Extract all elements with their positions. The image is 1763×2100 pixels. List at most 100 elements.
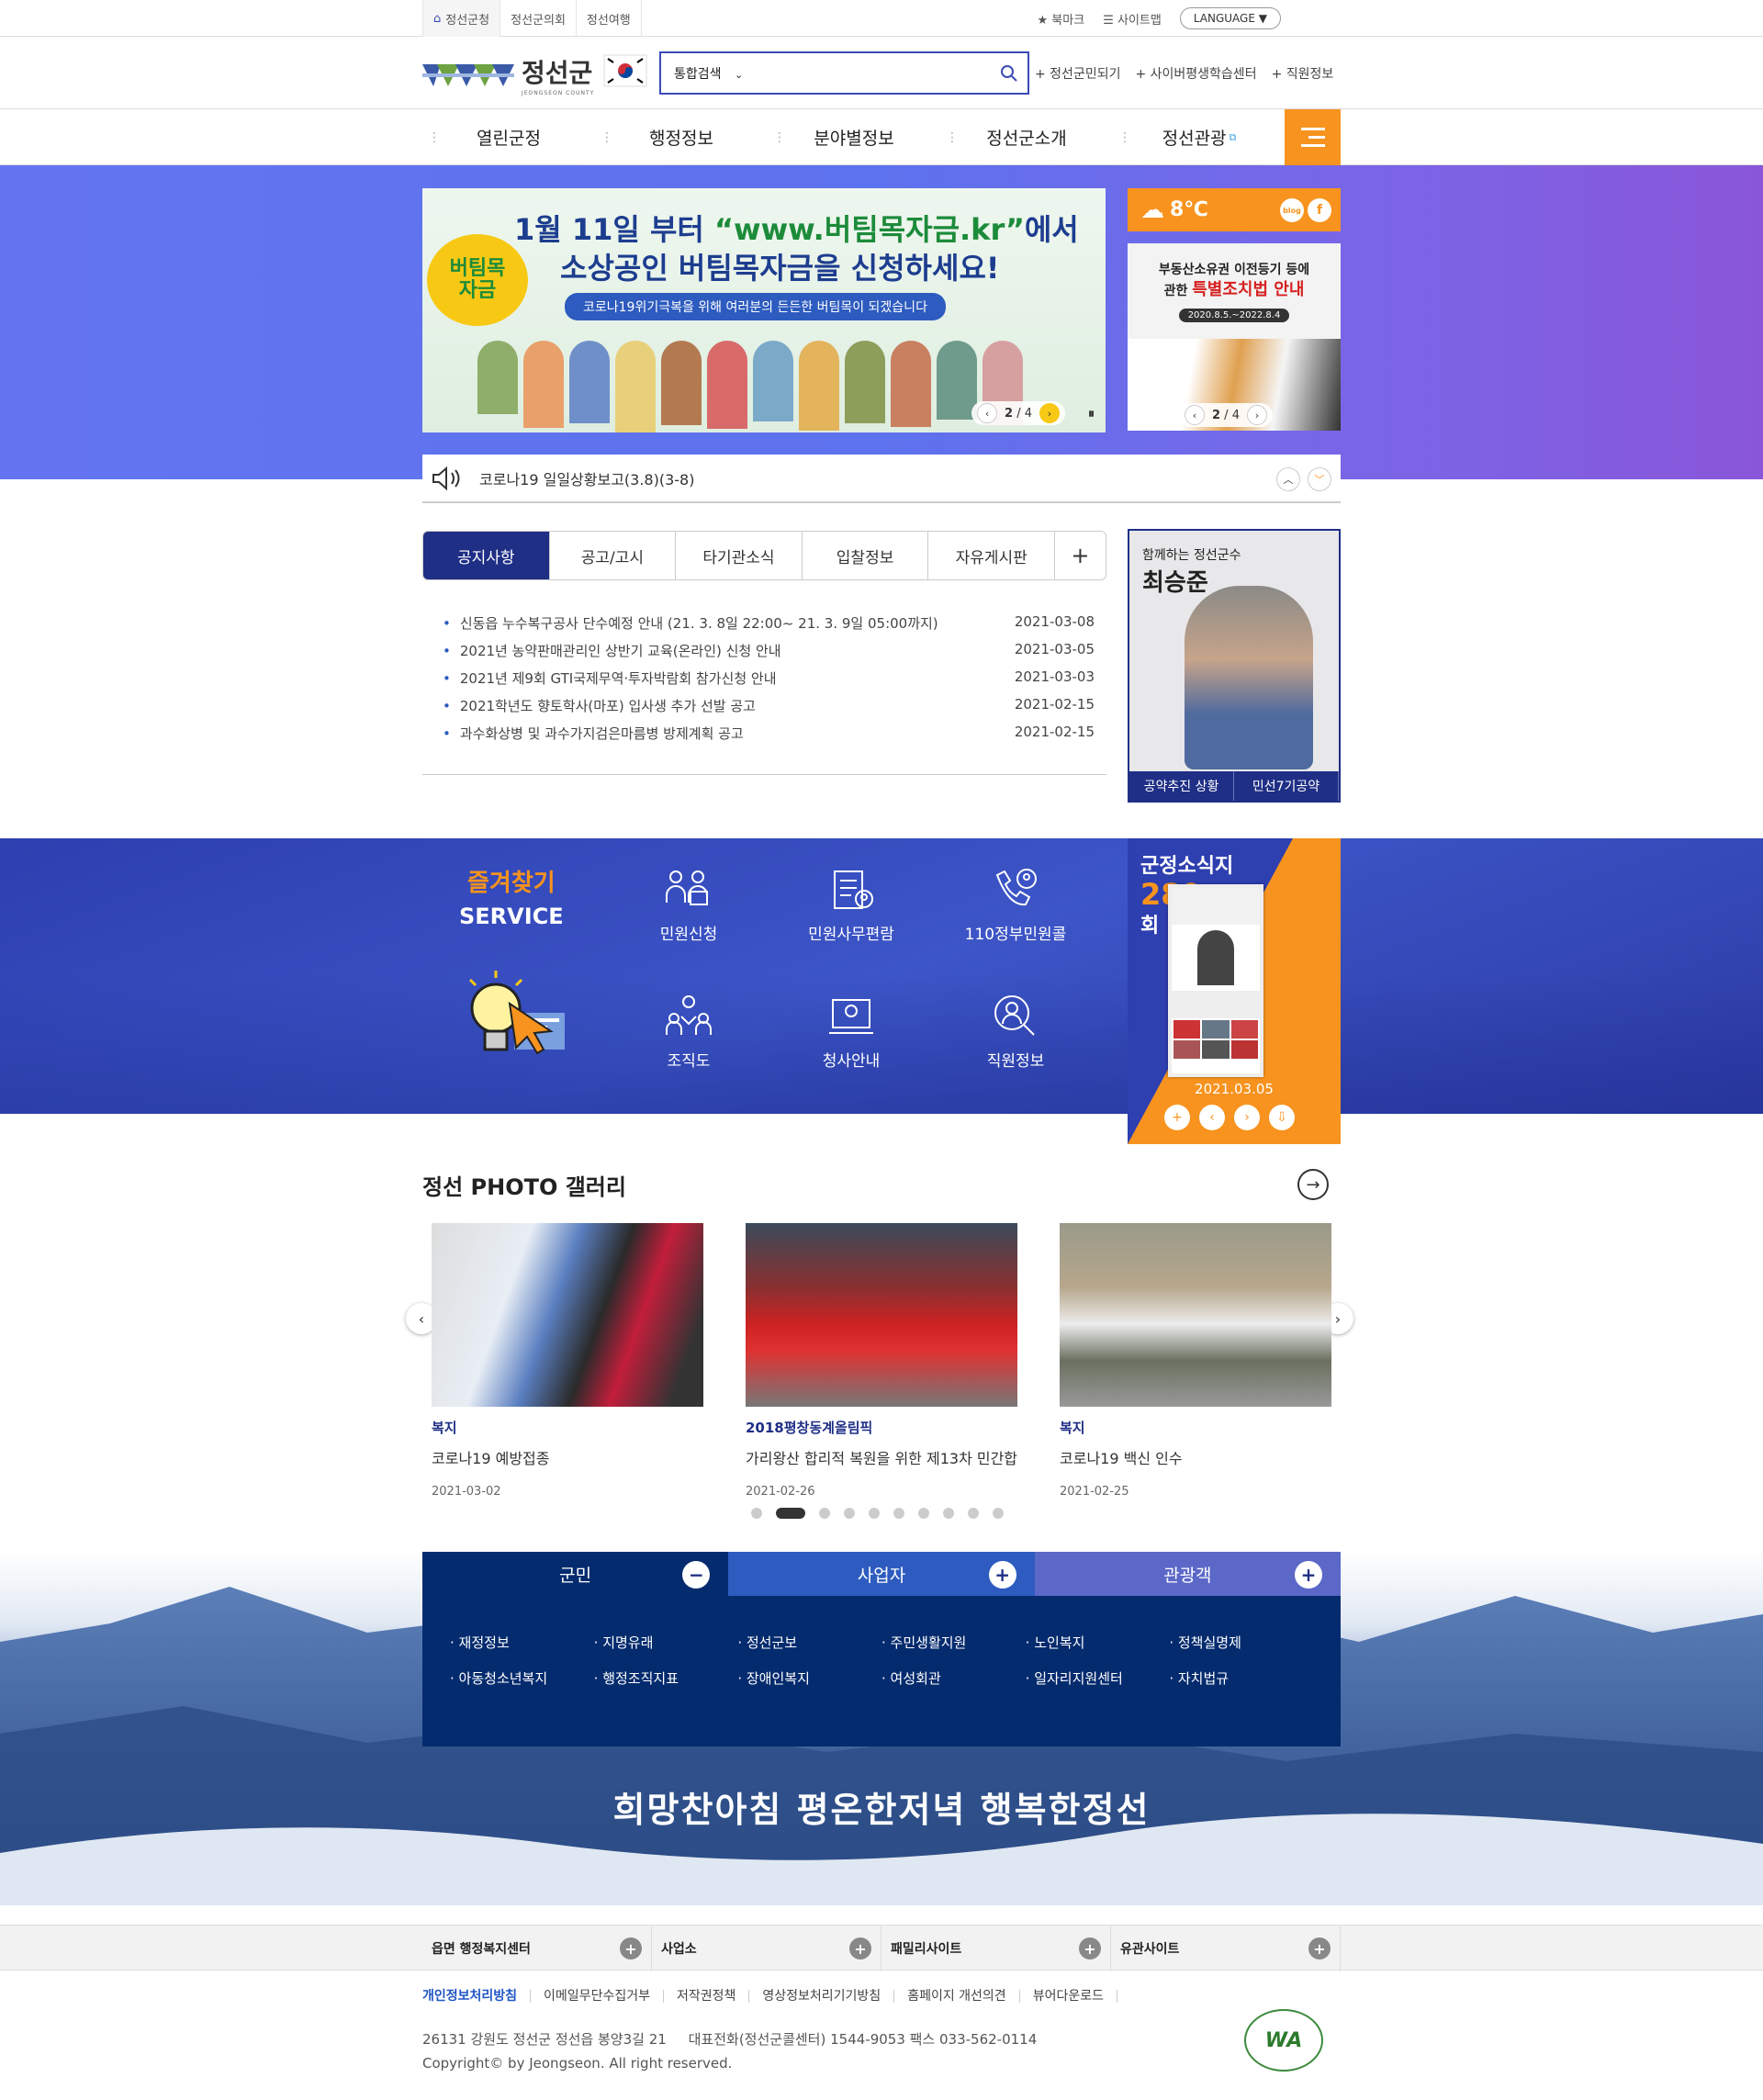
chevron-down-icon[interactable]: ﹀ [1308,467,1331,491]
arrow-right-icon[interactable]: → [1297,1169,1329,1200]
next-icon[interactable]: › [1234,1105,1260,1130]
email-refusal-link[interactable]: 이메일무단수집거부 [531,1990,664,2003]
chevron-left-icon: ‹ [418,1309,425,1328]
list-item[interactable]: 신동읍 누수복구공사 단수예정 안내 (21. 3. 8일 22:00~ 21.… [443,613,1095,641]
service-staff-info[interactable]: 직원정보 [960,993,1071,1071]
footer-select-related-site[interactable]: 유관사이트 + [1111,1926,1341,1971]
citizen-link[interactable]: 장애인복지 [737,1668,882,1688]
prev-icon[interactable]: ‹ [1199,1105,1225,1130]
citizen-link[interactable]: 정선군보 [737,1633,882,1652]
next-icon[interactable]: › [1246,405,1267,425]
privacy-policy-link[interactable]: 개인정보처리방침 [422,1990,532,2003]
tab-travel[interactable]: 정선여행 [577,0,642,37]
tab-notice[interactable]: 공지사항 [423,532,550,579]
footer-select-offices[interactable]: 사업소 + [652,1926,882,1971]
newsletter-cover[interactable] [1168,884,1263,1077]
prev-icon[interactable]: ‹ [977,403,998,423]
site-logo[interactable]: 정선군 JEONGSEON COUNTY [422,53,594,96]
page-dot[interactable] [819,1508,830,1519]
citizen-link[interactable]: 노인복지 [1026,1633,1170,1652]
citizen-link[interactable]: 자치법규 [1169,1668,1313,1688]
tab-citizen[interactable]: 군민 − [422,1552,729,1596]
bookmark-link[interactable]: ★ 북마크 [1038,10,1085,28]
citizen-link[interactable]: 지명유래 [594,1633,738,1652]
gallery-item[interactable]: 복지 코로나19 백신 인수 2021-02-25 [1060,1223,1331,1499]
pledge-link[interactable]: 민선7기공약 [1234,771,1339,801]
side-banner[interactable]: 부동산소유권 이전등기 등에 관한 특별조치법 안내 2020.8.5.~2022… [1128,243,1341,431]
link-become-citizen[interactable]: + 정선군민되기 [1035,64,1120,83]
blog-icon[interactable]: blog [1280,198,1304,222]
pause-icon[interactable]: ⏸ [1088,407,1095,421]
gallery-item[interactable]: 2018평창동계올림픽 가리왕산 합리적 복원을 위한 제13차 민간합 202… [746,1223,1017,1499]
feedback-link[interactable]: 홈페이지 개선의견 [894,1990,1020,2003]
facebook-icon[interactable]: f [1308,198,1331,222]
citizen-link[interactable]: 여성회관 [882,1668,1026,1688]
citizen-link[interactable]: 아동청소년복지 [450,1668,594,1688]
search-scope-select[interactable]: 통합검색 ⌄ [661,64,753,83]
main-banner[interactable]: 1월 11일 부터 “www.버팀목자금.kr”에서 소상공인 버팀목자금을 신… [422,188,1106,432]
tab-bid[interactable]: 입찰정보 [803,532,929,579]
page-dot[interactable] [869,1508,880,1519]
nav-admin-info[interactable]: 행정정보 [595,109,768,165]
list-item[interactable]: 과수화상병 및 과수가지검은마름병 방제계획 공고2021-02-15 [443,724,1095,751]
tab-free-board[interactable]: 자유게시판 [928,532,1055,579]
page-dot[interactable] [943,1508,954,1519]
plus-icon: + [1308,1937,1331,1960]
search-button[interactable] [991,55,1027,92]
link-staff-info[interactable]: + 직원정보 [1272,64,1334,83]
tab-other-agency[interactable]: 타기관소식 [676,532,803,579]
tab-business[interactable]: 사업자 + [728,1552,1035,1596]
list-item[interactable]: 2021년 제9회 GTI국제무역·투자박람회 참가신청 안내2021-03-0… [443,668,1095,696]
tab-county-office[interactable]: ⌂ 정선군청 [422,0,501,37]
search-input[interactable] [753,54,991,92]
tab-county-council[interactable]: 정선군의회 [500,0,577,37]
copyright-policy-link[interactable]: 저작권정책 [664,1990,750,2003]
service-110-call[interactable]: 110정부민원콜 [960,866,1071,944]
citizen-link[interactable]: 정책실명제 [1169,1633,1313,1652]
page-dot[interactable] [993,1508,1004,1519]
page-dot[interactable] [751,1508,762,1519]
page-dot[interactable] [968,1508,979,1519]
nav-tourism[interactable]: 정선관광⧉ [1113,109,1286,165]
logo-mark-icon [422,63,514,86]
cctv-policy-link[interactable]: 영상정보처리기기방침 [749,1990,895,2003]
logo-text: 정선군 [522,58,593,88]
citizen-link[interactable]: 주민생활지원 [882,1633,1026,1652]
prev-icon[interactable]: ‹ [1185,405,1205,425]
page-dot-active[interactable] [776,1508,805,1519]
footer-select-family-site[interactable]: 패밀리사이트 + [882,1926,1111,1971]
tab-announcement[interactable]: 공고/고시 [550,532,677,579]
download-icon[interactable]: ⇩ [1269,1105,1295,1130]
service-civil-application[interactable]: 민원신청 [634,866,744,944]
side-banner-pager: ‹ 2 / 4 › [1179,403,1273,427]
sitemap-link[interactable]: ☰ 사이트맵 [1103,10,1162,28]
page-dot[interactable] [844,1508,855,1519]
service-civil-handbook[interactable]: 민원사무편람 [796,866,906,944]
nav-field-info[interactable]: 분야별정보 [768,109,940,165]
nav-open-government[interactable]: 열린군정 [422,109,595,165]
chevron-up-icon[interactable]: ︿ [1276,467,1300,491]
page-dot[interactable] [918,1508,929,1519]
footer-select-town-center[interactable]: 읍면 행정복지센터 + [422,1926,652,1971]
list-item[interactable]: 2021년 농약판매관리인 상반기 교육(온라인) 신청 안내2021-03-0… [443,641,1095,668]
person-search-icon [994,995,1035,1036]
language-select[interactable]: LANGUAGE ▼ [1179,7,1281,29]
service-building-guide[interactable]: 청사안내 [796,993,906,1071]
nav-about-county[interactable]: 정선군소개 [940,109,1113,165]
gallery-item[interactable]: 복지 코로나19 예방접종 2021-03-02 [432,1223,703,1499]
page-dot[interactable] [893,1508,904,1519]
viewer-download-link[interactable]: 뷰어다운로드 [1020,1990,1117,2003]
citizen-link[interactable]: 일자리지원센터 [1026,1668,1170,1688]
plus-icon[interactable]: + [1164,1105,1190,1130]
link-cyber-learning[interactable]: + 사이버평생학습센터 [1135,64,1256,83]
next-icon[interactable]: › [1039,403,1060,423]
tab-tourist[interactable]: 관광객 + [1034,1552,1341,1596]
list-item[interactable]: 2021학년도 향토학사(마포) 입사생 추가 선발 공고2021-02-15 [443,696,1095,724]
all-menu-button[interactable] [1285,109,1341,165]
pledge-status-link[interactable]: 공약추진 상황 [1129,771,1234,801]
service-org-chart[interactable]: 조직도 [634,993,744,1071]
ticker-text[interactable]: 코로나19 일일상황보고(3.8)(3-8) [479,467,694,489]
citizen-link[interactable]: 행정조직지표 [594,1668,738,1688]
citizen-link[interactable]: 재정정보 [450,1633,594,1652]
board-more-button[interactable]: + [1055,532,1106,579]
